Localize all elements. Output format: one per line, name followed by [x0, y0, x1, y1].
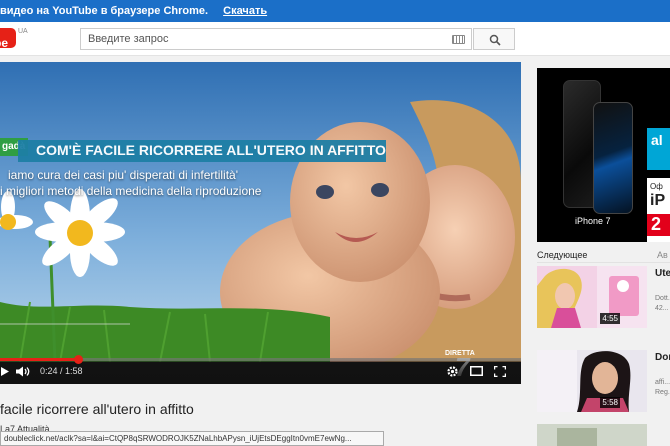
progress-bar[interactable] — [0, 355, 521, 364]
time-display: 0:24 / 1:58 — [40, 366, 83, 376]
video-thumbnail[interactable]: 4:55 — [537, 266, 647, 328]
video-player[interactable]: gadà COM'È FACILE RICORRERE ALL'UTERO IN… — [0, 62, 521, 384]
ad-phone-front — [593, 102, 633, 214]
search-placeholder: Введите запрос — [88, 33, 169, 45]
ad-operator-text: al — [651, 132, 663, 148]
progress-fill — [0, 358, 79, 361]
ad-promo-price: 2 — [647, 214, 670, 236]
volume-icon[interactable] — [16, 366, 32, 377]
search-input[interactable]: Введите запрос — [80, 28, 472, 50]
chrome-promo-banner: видео на YouTube в браузере Chrome. Скач… — [0, 0, 670, 22]
overlay-subtitle-2: i migliori metodi della medicina della r… — [0, 184, 262, 198]
keyboard-icon[interactable] — [452, 35, 465, 44]
fullscreen-icon[interactable] — [494, 366, 506, 377]
browser-status-url: doubleclick.net/aclk?sa=l&ai=CtQP8qSRWOD… — [0, 431, 384, 446]
settings-icon[interactable] — [447, 366, 458, 377]
video-headline: COM'È FACILE RICORRERE ALL'UTERO IN AFFI… — [36, 142, 386, 158]
list-item[interactable] — [537, 424, 670, 446]
thumbnail-image — [537, 266, 647, 328]
overlay-subtitle-1: iamo cura dei casi piu' disperati di inf… — [8, 168, 239, 182]
search-button[interactable] — [473, 28, 515, 50]
video-thumbnail[interactable]: 5:58 — [537, 350, 647, 412]
ad-promo-small: Оф — [650, 182, 663, 191]
video-title: facile ricorrere all'utero in affitto — [0, 401, 194, 417]
thumbnail-image — [537, 350, 647, 412]
video-card-title[interactable]: Don... — [655, 352, 670, 364]
list-item[interactable]: 5:58 Don... affi... Reg... — [537, 350, 670, 416]
video-thumbnail[interactable] — [537, 424, 647, 446]
autoplay-label[interactable]: Ав — [657, 250, 668, 260]
ad-operator-logo: al — [647, 128, 670, 170]
masthead: be UA Введите запрос — [0, 22, 670, 56]
banner-text: видео на YouTube в браузере Chrome. — [0, 5, 209, 17]
progress-scrubber[interactable] — [74, 355, 84, 364]
video-card-meta: Dott... 42... — [655, 295, 670, 312]
divider — [537, 262, 670, 263]
logo-text: be — [0, 36, 9, 50]
banner-download-link[interactable]: Скачать — [223, 5, 267, 17]
theater-mode-icon[interactable] — [470, 366, 483, 376]
list-item[interactable]: 4:55 Ute... Dott... 42... — [537, 266, 670, 332]
video-frame — [0, 62, 521, 362]
play-icon[interactable] — [0, 366, 10, 377]
search-icon — [489, 34, 501, 46]
up-next-label: Следующее — [537, 250, 588, 260]
video-duration: 4:55 — [600, 313, 620, 324]
video-duration: 5:58 — [600, 397, 620, 408]
youtube-watch-page: видео на YouTube в браузере Chrome. Скач… — [0, 0, 670, 446]
logo-region: UA — [18, 28, 28, 35]
ad-brand: iPhone 7 — [575, 216, 611, 226]
video-headline-band: COM'È FACILE RICORRERE ALL'UTERO IN AFFI… — [18, 140, 386, 162]
player-controls: 0:24 / 1:58 — [0, 355, 521, 384]
video-card-title[interactable]: Ute... — [655, 268, 670, 280]
thumbnail-image — [537, 424, 647, 446]
youtube-logo[interactable]: be — [0, 28, 16, 50]
ad-promo-box: Оф iP 2 — [647, 178, 670, 242]
video-card-meta: affi... Reg... — [655, 379, 670, 396]
sidebar-ad[interactable]: iPhone 7 al Оф iP 2 — [537, 68, 670, 242]
ad-promo-model: iP — [650, 192, 666, 209]
